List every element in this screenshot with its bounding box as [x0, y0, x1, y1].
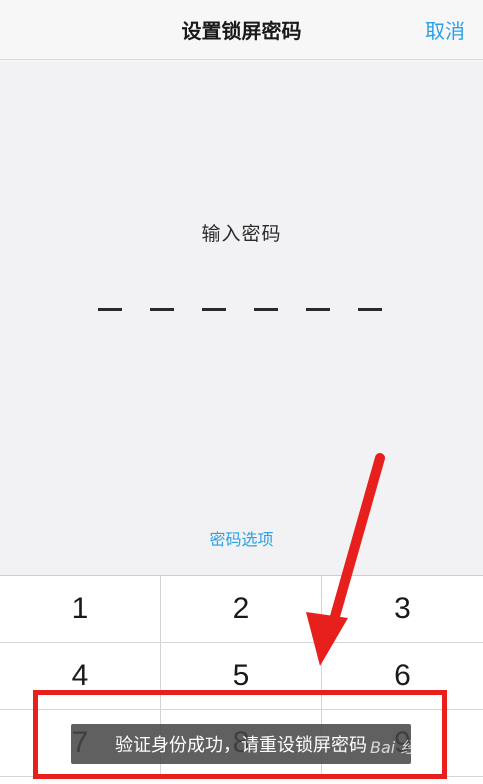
passcode-digit-slot: [306, 308, 330, 311]
cancel-button[interactable]: 取消: [425, 15, 465, 44]
passcode-digit-slot: [98, 308, 122, 311]
watermark-logo: Bai 经验: [370, 738, 433, 757]
passcode-prompt: 输入密码: [201, 223, 282, 245]
navigation-bar: 设置锁屏密码 取消: [0, 0, 483, 60]
key-1[interactable]: 1: [0, 576, 161, 643]
key-4[interactable]: 4: [0, 643, 161, 710]
passcode-digit-slot: [254, 308, 278, 311]
key-3[interactable]: 3: [322, 576, 483, 643]
passcode-digit-slot: [358, 308, 382, 311]
key-5[interactable]: 5: [161, 643, 322, 710]
passcode-digit-slot: [150, 308, 174, 311]
key-2[interactable]: 2: [161, 576, 322, 643]
passcode-dashes: [98, 308, 382, 311]
key-6[interactable]: 6: [322, 643, 483, 710]
toast-message: 验证身份成功，请重设锁屏密码: [71, 724, 411, 764]
passcode-entry-area: 输入密码 密码选项: [0, 61, 483, 575]
passcode-options-link[interactable]: 密码选项: [0, 526, 483, 550]
page-title: 设置锁屏密码: [181, 19, 302, 43]
passcode-digit-slot: [202, 308, 226, 311]
